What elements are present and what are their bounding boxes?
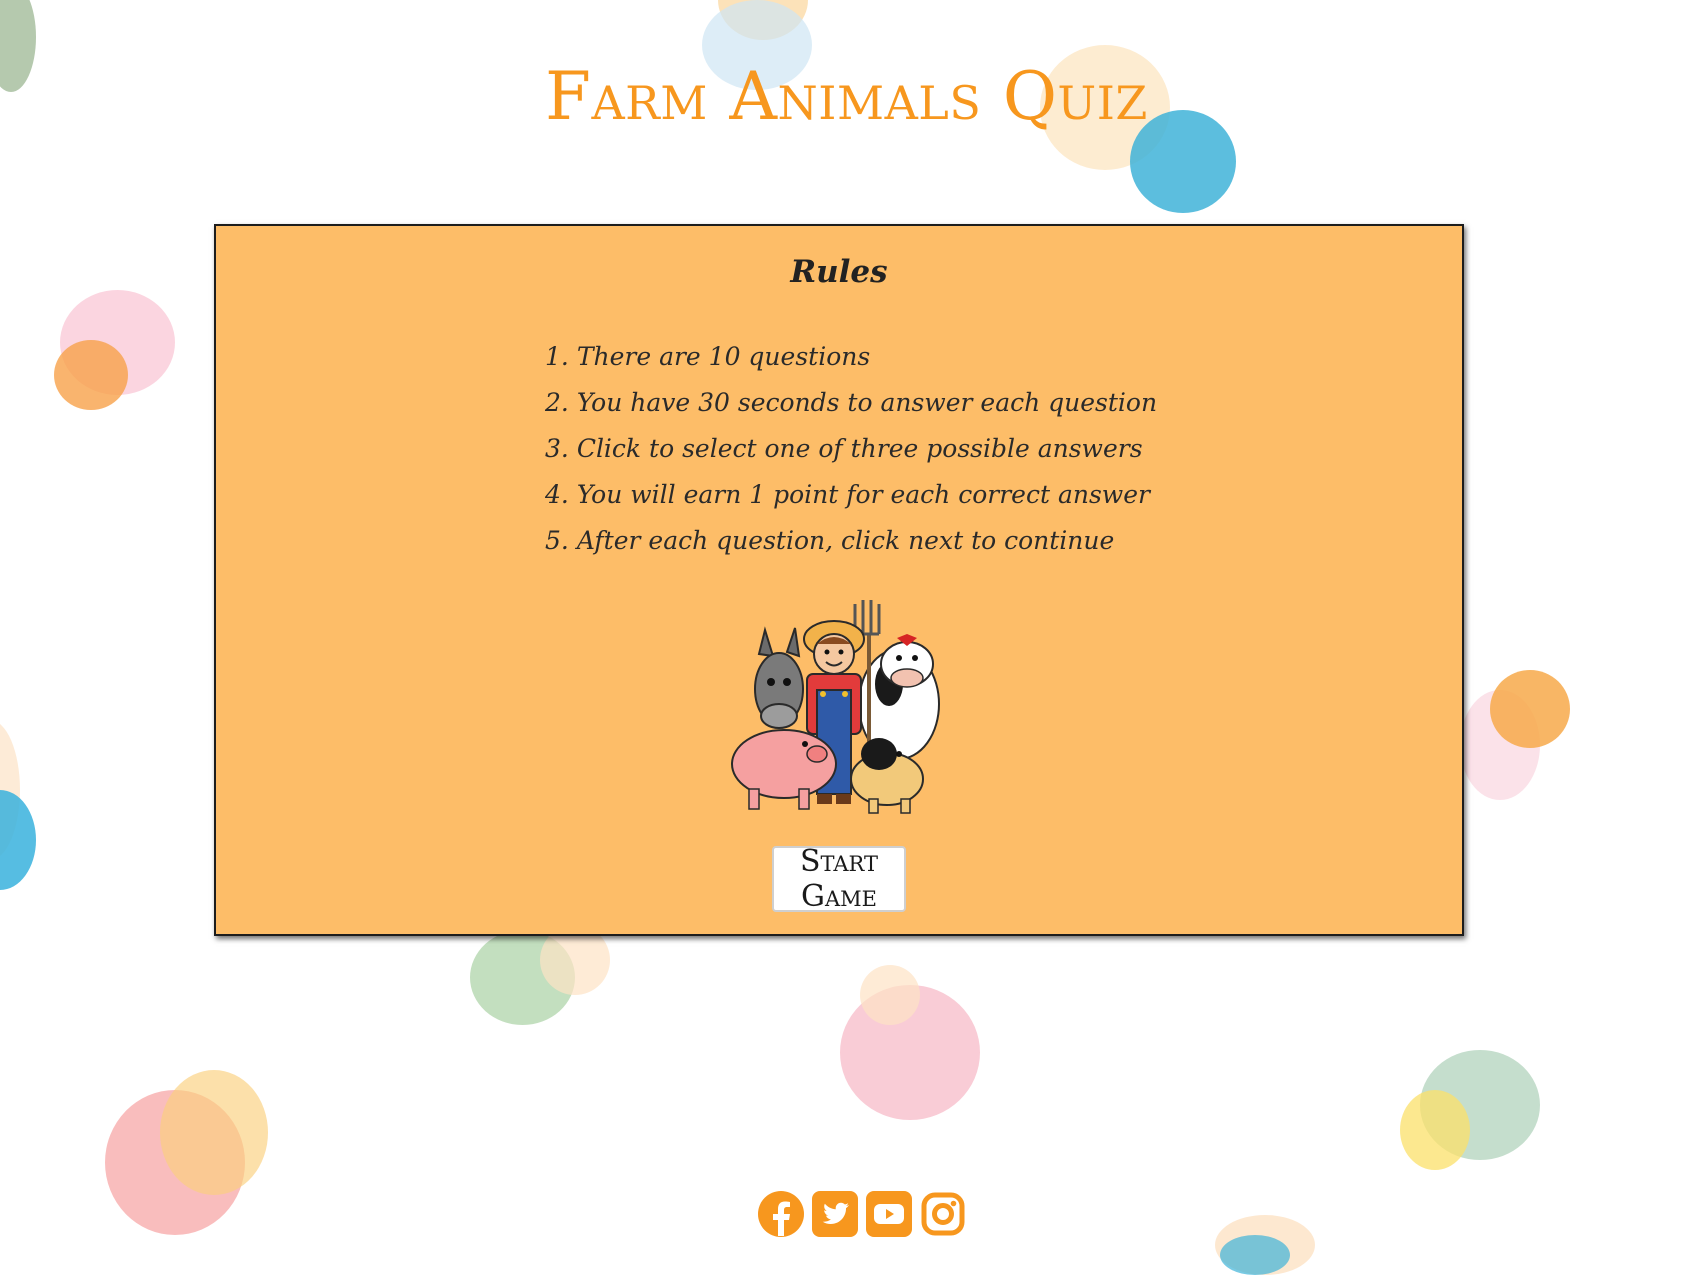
rules-heading: Rules <box>790 254 888 290</box>
rule-number: 3. <box>545 434 569 463</box>
rule-item: 3. Click to select one of three possible… <box>545 426 1157 472</box>
start-game-button[interactable]: Start Game <box>772 844 906 914</box>
rule-number: 2. <box>545 388 569 417</box>
farm-animals-illustration <box>731 600 940 814</box>
donkey-figure <box>754 626 804 729</box>
youtube-link[interactable] <box>865 1190 913 1238</box>
rule-number: 4. <box>545 480 569 509</box>
twitter-icon <box>812 1191 858 1237</box>
youtube-icon <box>866 1191 912 1237</box>
rules-card: Rules 1. There are 10 questions 2. You h… <box>214 224 1464 936</box>
rule-item: 2. You have 30 seconds to answer each qu… <box>545 380 1157 426</box>
rule-text: You will earn 1 point for each correct a… <box>576 480 1150 509</box>
twitter-link[interactable] <box>811 1190 859 1238</box>
facebook-icon <box>758 1191 804 1237</box>
rule-item: 4. You will earn 1 point for each correc… <box>545 472 1157 518</box>
rules-list: 1. There are 10 questions 2. You have 30… <box>545 334 1157 564</box>
facebook-link[interactable] <box>757 1190 805 1238</box>
rule-item: 1. There are 10 questions <box>545 334 1157 380</box>
rule-text: You have 30 seconds to answer each quest… <box>576 388 1158 417</box>
page-title: Farm Animals Quiz <box>545 58 1148 135</box>
rule-text: Click to select one of three possible an… <box>576 434 1143 463</box>
rule-text: After each question, click next to conti… <box>576 526 1115 555</box>
social-links <box>757 1190 969 1240</box>
rule-item: 5. After each question, click next to co… <box>545 518 1157 564</box>
instagram-icon <box>921 1192 965 1236</box>
rule-number: 5. <box>545 526 569 555</box>
rule-number: 1. <box>545 342 569 371</box>
rule-text: There are 10 questions <box>576 342 871 371</box>
instagram-link[interactable] <box>919 1190 967 1238</box>
